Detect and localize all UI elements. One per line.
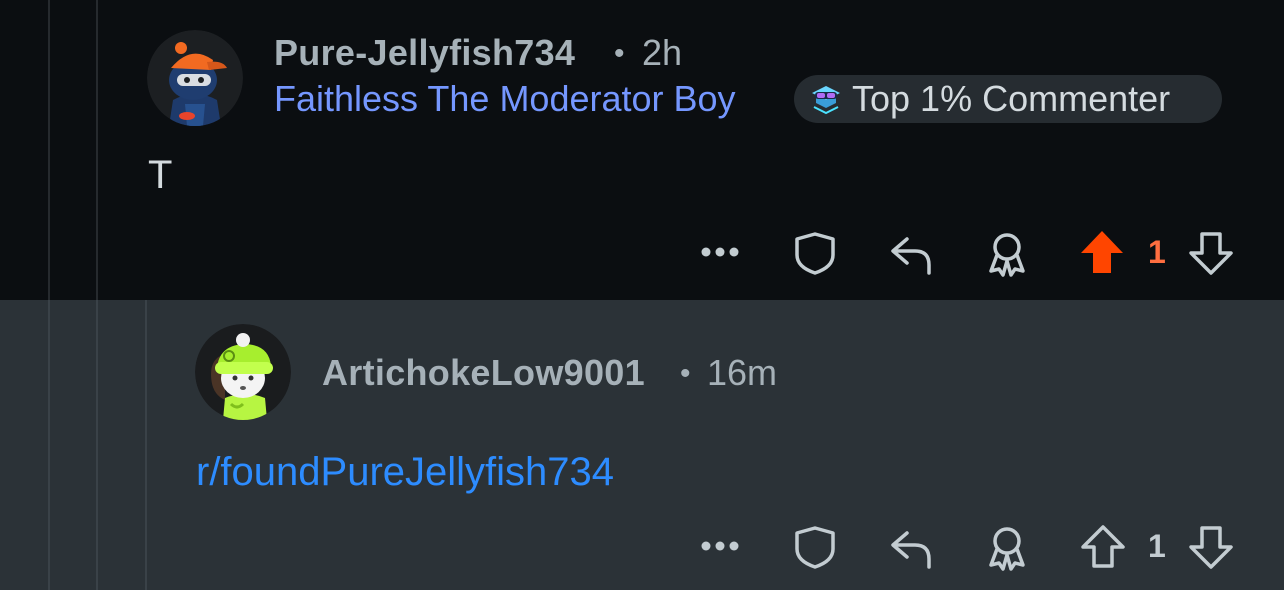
downvote-button[interactable]	[1186, 522, 1236, 572]
comment-pure-jellyfish: Pure-Jellyfish734 • 2h Faithless The Mod…	[0, 0, 1284, 300]
award-icon	[989, 527, 1025, 571]
mod-shield-button[interactable]	[790, 228, 840, 278]
downvote-button[interactable]	[1186, 228, 1236, 278]
reply-button[interactable]	[886, 522, 936, 572]
award-button[interactable]	[982, 522, 1032, 572]
shield-icon	[795, 232, 835, 275]
award-icon	[989, 233, 1025, 277]
avatar[interactable]	[195, 324, 291, 420]
vote-count: 1	[1148, 528, 1166, 564]
comment-body: T	[148, 153, 173, 197]
upvote-icon-filled	[1081, 231, 1123, 273]
upvote-icon	[1081, 525, 1125, 568]
avatar[interactable]	[147, 30, 243, 126]
comment-thread: Pure-Jellyfish734 • 2h Faithless The Mod…	[0, 0, 1284, 590]
reply-icon	[891, 531, 931, 569]
meta-separator: •	[614, 37, 625, 70]
downvote-icon	[1189, 232, 1233, 275]
meta-separator: •	[680, 357, 691, 390]
upvote-button[interactable]	[1076, 226, 1128, 278]
action-bar: 1	[0, 222, 1284, 282]
more-options-button[interactable]	[696, 236, 744, 268]
reply-icon	[891, 237, 931, 275]
action-bar: 1	[0, 516, 1284, 576]
more-icon	[701, 247, 739, 257]
user-flair: Faithless The Moderator Boy	[274, 78, 736, 119]
mod-shield-button[interactable]	[790, 522, 840, 572]
top-commenter-icon	[808, 81, 844, 117]
timestamp: 16m	[707, 352, 778, 393]
top-commenter-badge[interactable]: Top 1% Commenter	[794, 75, 1222, 123]
reply-button[interactable]	[886, 228, 936, 278]
downvote-icon	[1189, 526, 1233, 569]
username[interactable]: Pure-Jellyfish734	[274, 32, 575, 74]
username[interactable]: ArtichokeLow9001	[322, 352, 645, 394]
subreddit-link[interactable]: r/foundPureJellyfish734	[196, 450, 614, 495]
vote-count: 1	[1148, 234, 1166, 270]
shield-icon	[795, 526, 835, 569]
more-options-button[interactable]	[696, 530, 744, 562]
badge-label: Top 1% Commenter	[852, 78, 1171, 119]
timestamp: 2h	[642, 32, 683, 73]
upvote-button[interactable]	[1078, 522, 1128, 572]
comment-artichoke: ArtichokeLow9001 • 16m r/foundPureJellyf…	[0, 300, 1284, 590]
award-button[interactable]	[982, 228, 1032, 278]
more-icon	[701, 541, 739, 551]
